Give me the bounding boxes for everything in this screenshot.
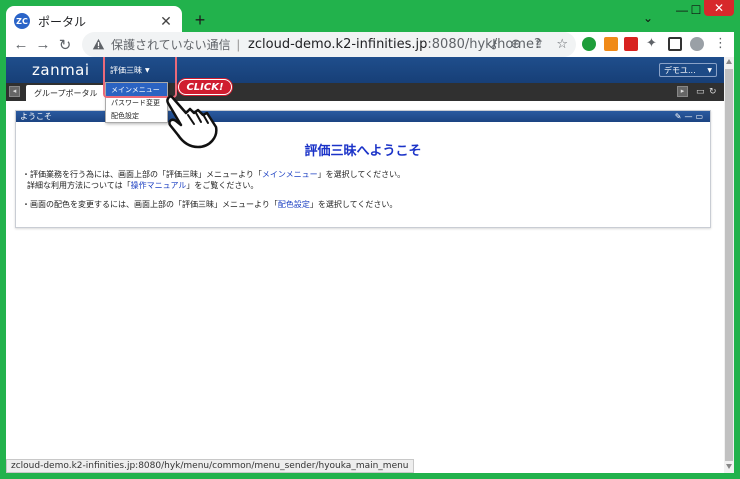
user-menu[interactable]: デモユ... ▼ <box>659 63 717 77</box>
puzzle-icon[interactable]: ✦ <box>646 35 660 50</box>
caret-down-icon: ▼ <box>707 66 712 74</box>
color-instruction-text: ・画面の配色を変更するには、画面上部の「評価三昧」メニューより「配色設定」を選択… <box>22 200 398 209</box>
more-icon[interactable]: ⋮ <box>714 35 728 50</box>
tab-search-chevron-icon[interactable]: ⌄ <box>636 8 660 28</box>
extension-a-icon[interactable] <box>604 37 618 51</box>
page-viewport: zanmai 評価三昧 ▼ デモユ... ▼ ◂ グループポータル ▸ ▭ ↻ よう… <box>6 57 724 473</box>
reload-icon[interactable]: ↻ <box>54 36 76 54</box>
zoom-icon[interactable]: ⊖ <box>511 36 522 52</box>
refresh-icon[interactable]: ↻ <box>709 86 717 97</box>
welcome-panel: ようこそ ✎—▭ 評価三昧へようこそ ・評価業務を行う為には、画面上部の「評価三… <box>15 110 711 228</box>
avatar[interactable] <box>690 37 704 51</box>
star-icon[interactable]: ☆ <box>556 36 568 52</box>
sidepanel-icon[interactable] <box>668 37 682 51</box>
panel-controls[interactable]: ✎—▭ <box>675 112 706 121</box>
omnibox-actions: ⚷ ⊖ ⇪ ☆ <box>489 36 568 52</box>
evernote-icon[interactable] <box>582 37 596 51</box>
security-label: 保護されていない通信 <box>111 38 231 52</box>
tab-group-portal[interactable]: グループポータル <box>26 85 106 101</box>
window-close-icon[interactable]: ✕ <box>704 0 734 16</box>
close-tab-icon[interactable]: ✕ <box>158 13 174 30</box>
collapse-icon[interactable]: ◂ <box>9 86 20 97</box>
share-icon[interactable]: ⇪ <box>533 36 544 52</box>
status-bar: zcloud-demo.k2-infinities.jp:8080/hyk/me… <box>6 459 414 473</box>
forward-icon[interactable]: → <box>32 36 54 53</box>
back-icon[interactable]: ← <box>10 36 32 53</box>
tab-strip: ZC ポータル ✕ + <box>6 4 734 36</box>
address-bar[interactable]: 保護されていない通信 | zcloud-demo.k2-infinities.j… <box>82 32 576 57</box>
color-setting-link[interactable]: 配色設定 <box>278 200 310 209</box>
browser-toolbar: ← → ↻ 保護されていない通信 | zcloud-demo.k2-infini… <box>6 32 734 57</box>
warning-icon <box>92 38 105 50</box>
favicon-icon: ZC <box>14 13 30 29</box>
welcome-title: 評価三昧へようこそ <box>304 144 422 159</box>
pdf-icon[interactable] <box>624 37 638 51</box>
pointing-hand-icon <box>166 95 218 149</box>
tab-title: ポータル <box>38 14 87 29</box>
manual-link[interactable]: 操作マニュアル <box>131 181 187 190</box>
page-scrollbar[interactable] <box>724 57 734 473</box>
scroll-thumb[interactable] <box>725 69 733 461</box>
scroll-down-icon[interactable] <box>726 464 732 469</box>
new-tab-icon[interactable]: + <box>190 10 210 31</box>
main-menu-link[interactable]: メインメニュー <box>262 170 318 179</box>
key-icon[interactable]: ⚷ <box>489 36 499 52</box>
instruction-text: ・評価業務を行う為には、画面上部の「評価三昧」メニューより「メインメニュー」を選… <box>22 170 406 190</box>
divider: | <box>236 37 241 52</box>
app-logo[interactable]: zanmai <box>32 61 90 79</box>
scroll-up-icon[interactable] <box>726 59 732 64</box>
expand-icon[interactable]: ▸ <box>677 86 688 97</box>
window-icon[interactable]: ▭ <box>696 86 705 97</box>
